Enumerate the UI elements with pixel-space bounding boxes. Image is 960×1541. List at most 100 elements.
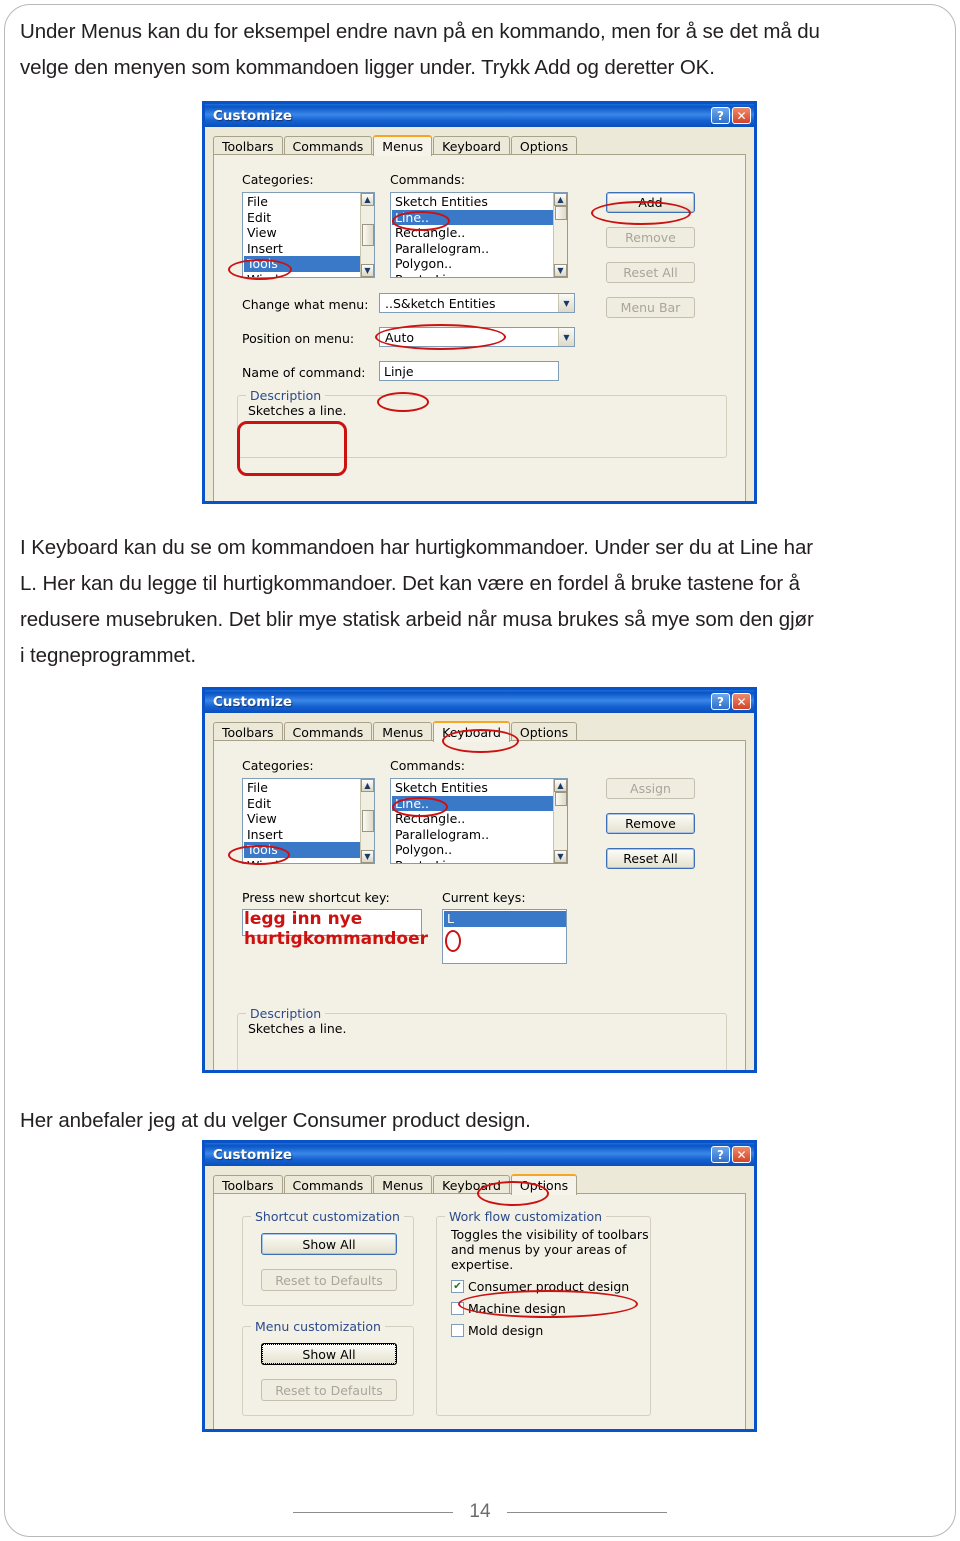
list-item[interactable]: Polygon.. [392, 842, 553, 858]
list-item[interactable]: Window [244, 272, 360, 278]
tab-commands[interactable]: Commands [283, 722, 373, 741]
current-keys-items[interactable]: L [443, 910, 566, 963]
categories-scrollbar[interactable]: ▲ ▼ [360, 193, 374, 277]
change-what-menu-combo[interactable]: ..S&ketch Entities ▼ [379, 293, 575, 313]
tab-menus[interactable]: Menus [373, 135, 433, 156]
chevron-down-icon[interactable]: ▼ [558, 294, 574, 312]
scroll-thumb[interactable] [554, 792, 567, 806]
dialog2-tabstrip[interactable]: Toolbars Commands Menus Keyboard Options [213, 720, 746, 742]
menu-reset-defaults-button[interactable]: Reset to Defaults [261, 1379, 397, 1401]
scroll-up-icon[interactable]: ▲ [554, 779, 567, 792]
help-icon[interactable]: ? [711, 693, 730, 710]
checkbox-machine-design[interactable]: Machine design [451, 1301, 629, 1316]
list-item[interactable]: Sketch Entities [392, 194, 553, 210]
tab-keyboard[interactable]: Keyboard [433, 136, 510, 155]
list-item[interactable]: Parallelogram.. [392, 241, 553, 257]
tab-options[interactable]: Options [510, 136, 578, 155]
current-keys-listbox[interactable]: L [442, 909, 567, 964]
scroll-thumb[interactable] [361, 810, 374, 832]
list-item[interactable]: Rectangle.. [392, 225, 553, 241]
remove-button[interactable]: Remove [606, 813, 695, 834]
checkbox-icon[interactable] [451, 1324, 464, 1337]
scroll-up-icon[interactable]: ▲ [361, 193, 374, 206]
list-item[interactable]: File [244, 780, 360, 796]
commands-scrollbar[interactable]: ▲ ▼ [553, 193, 567, 277]
list-item[interactable]: View [244, 225, 360, 241]
customize-dialog-options[interactable]: Customize ? ✕ Toolbars Commands Menus Ke… [202, 1140, 757, 1432]
list-item-selected[interactable]: Line.. [392, 795, 553, 811]
customize-dialog-keyboard[interactable]: Customize ? ✕ Toolbars Commands Menus Ke… [202, 687, 757, 1073]
reset-all-button[interactable]: Reset All [606, 262, 695, 283]
commands-listbox[interactable]: Sketch Entities Line.. Rectangle.. Paral… [390, 778, 568, 864]
categories-scrollbar[interactable]: ▲ ▼ [360, 779, 374, 863]
tab-menus[interactable]: Menus [373, 1175, 433, 1194]
list-item[interactable]: Polygon.. [392, 256, 553, 272]
list-item[interactable]: Route Line.. [392, 272, 553, 278]
shortcut-show-all-button[interactable]: Show All [261, 1233, 397, 1255]
tab-menus[interactable]: Menus [373, 722, 433, 741]
list-item-selected[interactable]: Tools [244, 842, 360, 858]
scroll-thumb[interactable] [361, 224, 374, 246]
tab-options[interactable]: Options [510, 722, 578, 741]
list-item[interactable]: Route Line.. [392, 858, 553, 864]
tab-commands[interactable]: Commands [283, 136, 373, 155]
reset-all-button[interactable]: Reset All [606, 848, 695, 869]
shortcut-reset-defaults-button[interactable]: Reset to Defaults [261, 1269, 397, 1291]
list-item[interactable]: Window [244, 858, 360, 864]
list-item[interactable]: Edit [244, 210, 360, 226]
add-button[interactable]: Add [606, 192, 695, 213]
tab-toolbars[interactable]: Toolbars [213, 1175, 283, 1194]
tab-keyboard[interactable]: Keyboard [433, 1175, 510, 1194]
scroll-down-icon[interactable]: ▼ [361, 264, 374, 277]
list-item-selected[interactable]: Tools [244, 256, 360, 272]
scroll-thumb[interactable] [554, 206, 567, 220]
scroll-up-icon[interactable]: ▲ [361, 779, 374, 792]
list-item-selected[interactable]: L [444, 911, 566, 927]
remove-button[interactable]: Remove [606, 227, 695, 248]
categories-items[interactable]: File Edit View Insert Tools Window [243, 779, 360, 863]
categories-listbox[interactable]: File Edit View Insert Tools Window ▲ ▼ [242, 192, 375, 278]
tab-toolbars[interactable]: Toolbars [213, 722, 283, 741]
checkbox-icon[interactable] [451, 1302, 464, 1315]
commands-items[interactable]: Sketch Entities Line.. Rectangle.. Paral… [391, 779, 553, 863]
chevron-down-icon[interactable]: ▼ [558, 328, 574, 346]
commands-scrollbar[interactable]: ▲ ▼ [553, 779, 567, 863]
dialog3-tabstrip[interactable]: Toolbars Commands Menus Keyboard Options [213, 1173, 746, 1195]
checkbox-consumer-product-design[interactable]: ✔ Consumer product design [451, 1279, 629, 1294]
scroll-down-icon[interactable]: ▼ [361, 850, 374, 863]
list-item[interactable]: Parallelogram.. [392, 827, 553, 843]
expertise-checkbox-list[interactable]: ✔ Consumer product design Machine design… [451, 1279, 629, 1345]
list-item[interactable]: Insert [244, 241, 360, 257]
close-icon[interactable]: ✕ [732, 107, 751, 124]
close-icon[interactable]: ✕ [732, 693, 751, 710]
commands-items[interactable]: Sketch Entities Line.. Rectangle.. Paral… [391, 193, 553, 277]
menu-bar-button[interactable]: Menu Bar [606, 297, 695, 318]
dialog1-tabstrip[interactable]: Toolbars Commands Menus Keyboard Options [213, 134, 746, 156]
scroll-down-icon[interactable]: ▼ [554, 850, 567, 863]
list-item-selected[interactable]: Line.. [392, 209, 553, 225]
tab-options[interactable]: Options [510, 1174, 578, 1195]
name-of-command-input[interactable]: Linje [379, 361, 559, 381]
scroll-up-icon[interactable]: ▲ [554, 193, 567, 206]
help-icon[interactable]: ? [711, 1146, 730, 1163]
list-item[interactable]: File [244, 194, 360, 210]
close-icon[interactable]: ✕ [732, 1146, 751, 1163]
tab-keyboard[interactable]: Keyboard [433, 721, 510, 742]
help-icon[interactable]: ? [711, 107, 730, 124]
list-item[interactable]: Insert [244, 827, 360, 843]
categories-listbox[interactable]: File Edit View Insert Tools Window ▲ ▼ [242, 778, 375, 864]
tab-commands[interactable]: Commands [283, 1175, 373, 1194]
commands-listbox[interactable]: Sketch Entities Line.. Rectangle.. Paral… [390, 192, 568, 278]
tab-toolbars[interactable]: Toolbars [213, 136, 283, 155]
checkbox-icon-checked[interactable]: ✔ [451, 1280, 464, 1293]
list-item[interactable]: Rectangle.. [392, 811, 553, 827]
list-item[interactable]: View [244, 811, 360, 827]
assign-button[interactable]: Assign [606, 778, 695, 799]
position-on-menu-combo[interactable]: Auto ▼ [379, 327, 575, 347]
menu-show-all-button[interactable]: Show All [261, 1343, 397, 1365]
list-item[interactable]: Edit [244, 796, 360, 812]
list-item[interactable]: Sketch Entities [392, 780, 553, 796]
categories-items[interactable]: File Edit View Insert Tools Window [243, 193, 360, 277]
checkbox-mold-design[interactable]: Mold design [451, 1323, 629, 1338]
customize-dialog-menus[interactable]: Customize ? ✕ Toolbars Commands Menus Ke… [202, 101, 757, 504]
